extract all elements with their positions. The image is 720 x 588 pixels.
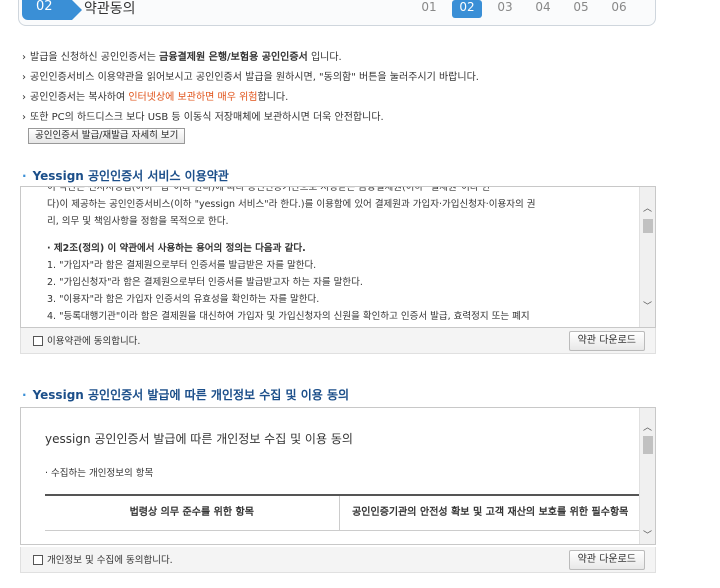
- privacy-col-header-legal: 법령상 의무 준수를 위한 항목: [45, 495, 340, 531]
- terms-content: 이 약관은 전자서명법(이하 "법"이라 한다)에 따라 공인인증기관으로 지정…: [47, 187, 631, 325]
- privacy-section-title: · Yessign 공인인증서 발급에 따른 개인정보 수집 및 이용 동의: [22, 388, 350, 402]
- warning-text: 인터넷상에 보관하면 매우 위험: [128, 92, 258, 103]
- step-05: 05: [573, 0, 589, 14]
- terms-scroll-box[interactable]: 이 약관은 전자서명법(이하 "법"이라 한다)에 따라 공인인증기관으로 지정…: [20, 186, 656, 328]
- terms-download-button[interactable]: 약관 다운로드: [568, 331, 645, 351]
- notice-item: › 공인인증서비스 이용약관을 읽어보시고 공인인증서 발급을 원하시면, "동의…: [22, 72, 479, 83]
- privacy-agree-checkbox[interactable]: [33, 555, 43, 565]
- notice-item: › 발급을 신청하신 공인인증서는 금융결제원 은행/보험용 공인인증서 입니다.: [22, 52, 342, 63]
- page-title: 약관동의: [84, 1, 136, 17]
- privacy-inner-title: yessign 공인인증서 발급에 따른 개인정보 수집 및 이용 동의: [45, 432, 353, 446]
- scroll-down-icon[interactable]: ﹀: [643, 299, 652, 312]
- step-02: 02: [452, 0, 482, 18]
- step-indicator: 01 02 03 04 05 06: [410, 0, 638, 20]
- scroll-thumb[interactable]: [643, 219, 653, 233]
- step-03: 03: [497, 0, 513, 14]
- cert-detail-button[interactable]: 공인인증서 발급/재발급 자세히 보기: [28, 128, 186, 144]
- step-01: 01: [421, 0, 437, 14]
- privacy-content: yessign 공인인증서 발급에 따른 개인정보 수집 및 이용 동의 · 수…: [45, 430, 619, 479]
- step-header: 02 약관동의 01 02 03 04 05 06: [0, 0, 656, 26]
- privacy-col-header-required: 공인인증기관의 안전성 확보 및 고객 재산의 보호를 위한 필수항목: [339, 495, 641, 531]
- cert-type: 금융결제원 은행/보험용 공인인증서: [159, 52, 308, 63]
- privacy-table: 법령상 의무 준수를 위한 항목 공인인증기관의 안전성 확보 및 고객 재산의…: [45, 494, 641, 531]
- notice-item: › 또한 PC의 하드디스크 보다 USB 등 이동식 저장매체에 보관하시면 더…: [22, 112, 384, 123]
- notice-item: › 공인인증서는 복사하여 인터넷상에 보관하면 매우 위험합니다.: [22, 92, 289, 103]
- privacy-scroll-box[interactable]: yessign 공인인증서 발급에 따른 개인정보 수집 및 이용 동의 · 수…: [20, 407, 656, 545]
- scroll-thumb[interactable]: [643, 436, 653, 454]
- terms-agree-label[interactable]: 이용약관에 동의합니다.: [47, 333, 140, 347]
- step-06: 06: [611, 0, 627, 14]
- scroll-down-icon[interactable]: ﹀: [643, 528, 652, 541]
- privacy-download-button[interactable]: 약관 다운로드: [568, 550, 645, 570]
- privacy-agree-label[interactable]: 개인정보 및 수집에 동의합니다.: [47, 552, 173, 566]
- privacy-agree-row: 개인정보 및 수집에 동의합니다. 약관 다운로드: [20, 547, 656, 573]
- notice-list: › 발급을 신청하신 공인인증서는 금융결제원 은행/보험용 공인인증서 입니다.…: [22, 48, 662, 128]
- terms-agree-row: 이용약관에 동의합니다. 약관 다운로드: [20, 328, 656, 354]
- article-heading: · 제2조(정의) 이 약관에서 사용하는 용어의 정의는 다음과 같다.: [47, 243, 306, 254]
- current-step-number: 02: [22, 0, 82, 20]
- scroll-up-icon[interactable]: ︿: [643, 420, 652, 433]
- terms-scrollbar[interactable]: ︿ ﹀: [639, 187, 655, 327]
- terms-section-title: · Yessign 공인인증서 서비스 이용약관: [22, 169, 229, 183]
- terms-agree-checkbox[interactable]: [33, 336, 43, 346]
- privacy-subheading: · 수집하는 개인정보의 항목: [45, 468, 154, 479]
- scroll-up-icon[interactable]: ︿: [643, 201, 652, 214]
- privacy-scrollbar[interactable]: ︿ ﹀: [639, 408, 655, 544]
- step-04: 04: [535, 0, 551, 14]
